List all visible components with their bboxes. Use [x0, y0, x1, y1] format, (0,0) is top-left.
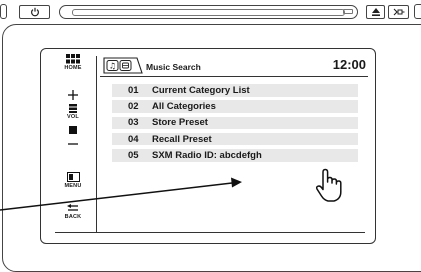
volume-up-button[interactable] — [55, 90, 91, 100]
item-number: 02 — [128, 101, 139, 113]
item-number: 01 — [128, 84, 139, 96]
aux-button[interactable] — [388, 5, 409, 19]
music-search-list: 01 Current Category List 02 All Categori… — [112, 84, 358, 165]
item-text: Current Category List — [152, 84, 250, 96]
home-button[interactable]: HOME — [55, 54, 91, 71]
item-text: All Categories — [152, 101, 216, 113]
menu-label: MENU — [64, 183, 82, 189]
top-strip — [0, 0, 421, 22]
right-clip — [414, 4, 421, 19]
eject-button[interactable] — [366, 5, 385, 19]
back-arrow-icon — [67, 204, 78, 211]
volume-down-group[interactable] — [55, 126, 91, 134]
power-icon — [30, 7, 39, 17]
left-menu: HOME VOL MENU BACK — [55, 54, 91, 234]
volume-level-icon — [69, 126, 77, 134]
home-label: HOME — [64, 65, 82, 71]
screen-header: ♫ Music Search 12:00 — [100, 56, 370, 76]
menu-icon — [66, 172, 80, 182]
item-text: Store Preset — [152, 117, 208, 129]
page-title: Music Search — [146, 62, 201, 72]
screen-bottom-rule — [55, 232, 365, 233]
list-item[interactable]: 03 Store Preset — [112, 116, 358, 130]
back-button[interactable]: BACK — [55, 204, 91, 220]
vol-label: VOL — [67, 114, 79, 120]
aux-icon — [393, 8, 404, 16]
list-item[interactable]: 02 All Categories — [112, 100, 358, 113]
volume-bars-icon — [69, 104, 77, 113]
svg-text:♫: ♫ — [109, 62, 116, 71]
volume-down-icon — [68, 143, 78, 145]
eject-icon — [371, 8, 380, 16]
menu-divider — [96, 56, 98, 232]
list-item[interactable]: 04 Recall Preset — [112, 132, 358, 146]
item-number: 04 — [128, 133, 139, 145]
tap-hand-icon — [315, 168, 342, 202]
volume-label-group: VOL — [55, 104, 91, 120]
power-button[interactable] — [19, 5, 50, 19]
source-tab[interactable]: ♫ — [103, 57, 143, 74]
list-item[interactable]: 05 SXM Radio ID: abcdefgh — [112, 149, 358, 162]
item-number: 03 — [128, 117, 139, 129]
volume-down-button[interactable] — [55, 142, 91, 146]
menu-button[interactable]: MENU — [55, 172, 91, 189]
home-grid-icon — [66, 54, 80, 64]
clock: 12:00 — [332, 57, 366, 72]
back-label: BACK — [64, 214, 82, 220]
disc-slot — [59, 5, 358, 19]
list-item[interactable]: 01 Current Category List — [112, 84, 358, 97]
volume-up-icon — [68, 90, 78, 100]
left-clip — [0, 4, 7, 19]
item-text: SXM Radio ID: abcdefgh — [152, 149, 262, 161]
item-number: 05 — [128, 149, 139, 161]
header-rule — [100, 76, 368, 78]
item-text: Recall Preset — [152, 133, 212, 145]
